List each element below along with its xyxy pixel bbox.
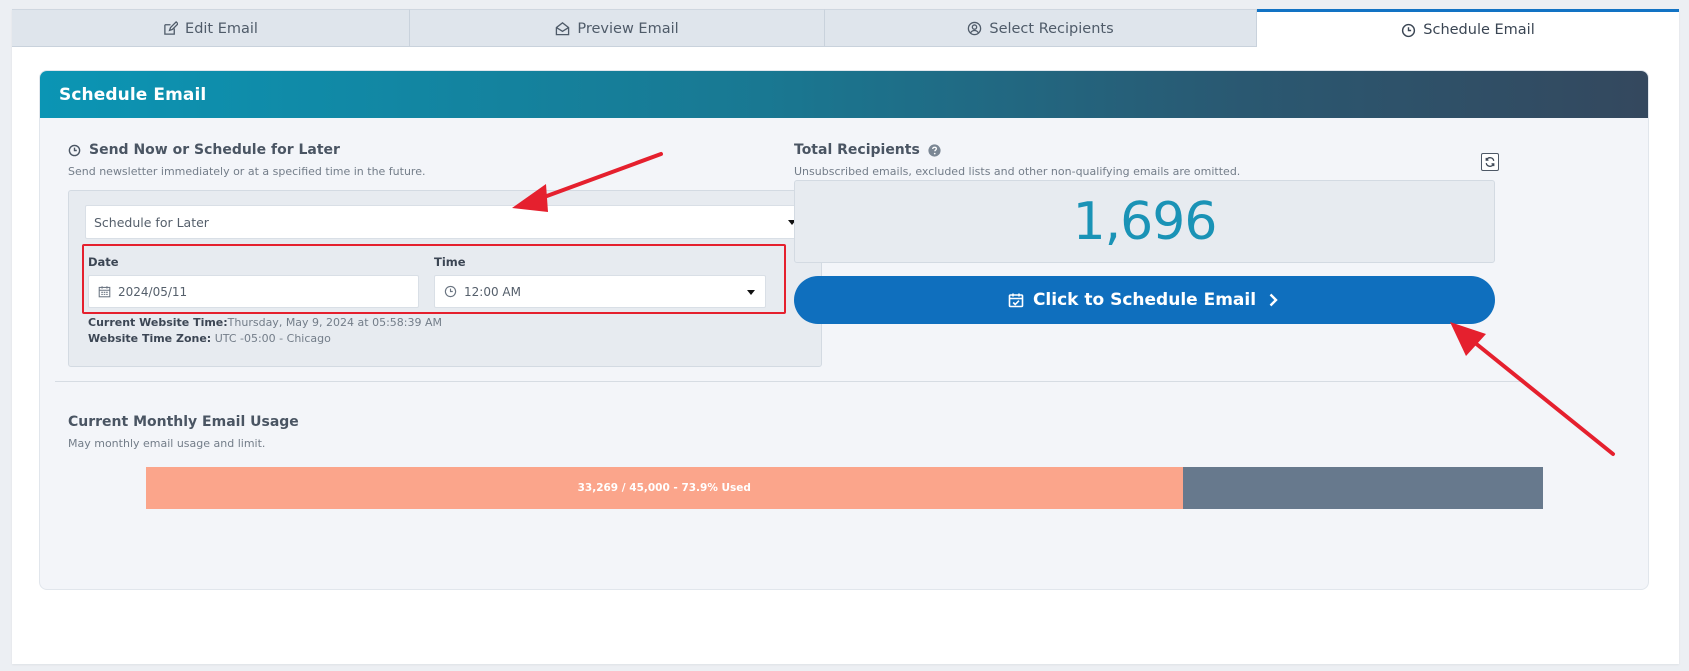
- time-value: 12:00 AM: [464, 284, 521, 299]
- chevron-right-icon: [1269, 293, 1278, 307]
- tab-select-recipients[interactable]: Select Recipients: [825, 9, 1257, 47]
- website-time-label: Current Website Time:: [88, 316, 228, 329]
- send-mode-select[interactable]: Schedule for Later: [85, 205, 807, 239]
- usage-section-title: Current Monthly Email Usage: [68, 414, 299, 430]
- clock-icon: [1402, 23, 1416, 37]
- usage-progress-bar: 33,269 / 45,000 - 73.9% Used: [146, 467, 1543, 509]
- timezone-label: Website Time Zone:: [88, 332, 212, 345]
- tab-bar: Edit Email Preview Email Select Recipien…: [12, 9, 1679, 48]
- recipients-title-text: Total Recipients: [794, 142, 920, 158]
- tab-label: Select Recipients: [989, 20, 1114, 37]
- schedule-panel: Schedule Email Send Now or Schedule for …: [39, 70, 1649, 590]
- schedule-options-box: Schedule for Later Date 2024/05/11 Time …: [68, 190, 822, 367]
- refresh-icon: [1485, 157, 1495, 167]
- calendar-icon: [98, 286, 111, 298]
- time-select[interactable]: 12:00 AM: [434, 275, 766, 308]
- tab-label: Schedule Email: [1423, 22, 1535, 38]
- usage-section-subtitle: May monthly email usage and limit.: [68, 437, 266, 450]
- clock-icon: [68, 144, 81, 156]
- usage-bar-label: 33,269 / 45,000 - 73.9% Used: [577, 482, 751, 494]
- tab-label: Edit Email: [185, 20, 258, 37]
- send-section-title: Send Now or Schedule for Later: [68, 142, 340, 158]
- date-input[interactable]: 2024/05/11: [88, 275, 419, 308]
- panel-title: Schedule Email: [40, 71, 1648, 118]
- timezone-value: UTC -05:00 - Chicago: [214, 332, 331, 345]
- schedule-button-label: Click to Schedule Email: [1032, 290, 1257, 310]
- recipients-section-title: Total Recipients: [794, 142, 941, 158]
- date-value: 2024/05/11: [118, 284, 188, 299]
- send-section-subtitle: Send newsletter immediately or at a spec…: [68, 165, 426, 178]
- recipient-count: 1,696: [794, 180, 1495, 263]
- envelope-open-icon: [556, 22, 570, 36]
- refresh-button[interactable]: [1481, 153, 1499, 171]
- website-time-info: Current Website Time:Thursday, May 9, 20…: [88, 316, 442, 329]
- tab-preview-email[interactable]: Preview Email: [410, 9, 825, 47]
- tab-edit-email[interactable]: Edit Email: [12, 9, 410, 47]
- caret-down-icon: [747, 290, 755, 295]
- tab-label: Preview Email: [577, 20, 679, 37]
- user-circle-icon: [968, 21, 982, 36]
- calendar-check-icon: [1008, 293, 1024, 308]
- date-label: Date: [88, 255, 119, 269]
- send-mode-value: Schedule for Later: [94, 214, 209, 230]
- send-title-text: Send Now or Schedule for Later: [89, 142, 340, 158]
- usage-used-fill: 33,269 / 45,000 - 73.9% Used: [146, 467, 1183, 509]
- edit-icon: [164, 21, 179, 35]
- time-label: Time: [434, 255, 466, 269]
- help-circle-icon[interactable]: [928, 143, 941, 157]
- website-time-value: Thursday, May 9, 2024 at 05:58:39 AM: [227, 316, 442, 329]
- section-divider: [55, 381, 1522, 382]
- clock-icon: [444, 285, 457, 298]
- tab-schedule-email[interactable]: Schedule Email: [1257, 9, 1679, 48]
- recipients-section-subtitle: Unsubscribed emails, excluded lists and …: [794, 165, 1241, 178]
- timezone-info: Website Time Zone: UTC -05:00 - Chicago: [88, 332, 331, 345]
- schedule-email-button[interactable]: Click to Schedule Email: [794, 276, 1495, 324]
